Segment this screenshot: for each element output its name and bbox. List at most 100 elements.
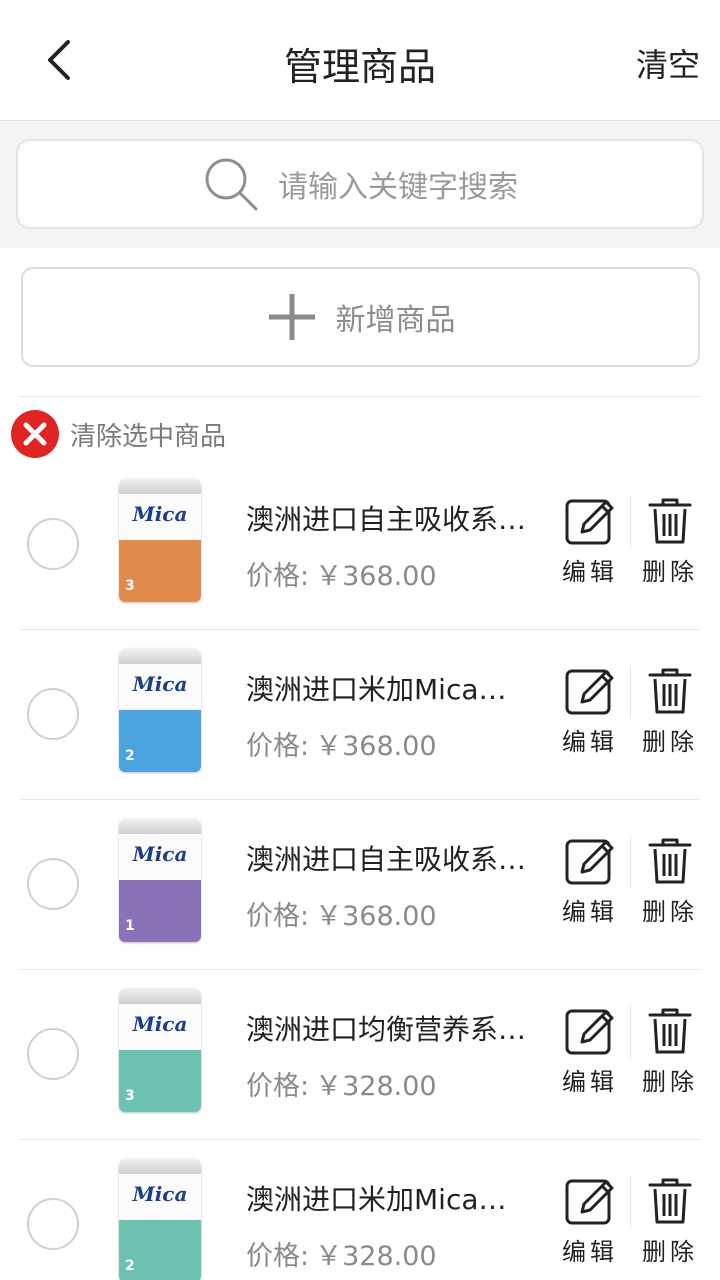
divider: [20, 396, 700, 397]
select-radio[interactable]: [27, 1198, 79, 1250]
price-label: 价格:: [246, 1241, 310, 1272]
trash-icon: [648, 1178, 692, 1224]
edit-label: 编辑: [562, 728, 618, 756]
product-list: Mica 3 澳洲进口自主吸收系… 价格: ￥368.00 编辑 删除 Mica…: [0, 460, 720, 1280]
product-row: Mica 3 澳洲进口自主吸收系… 价格: ￥368.00 编辑 删除: [20, 460, 700, 630]
delete-label: 删除: [642, 728, 698, 756]
product-price: 价格: ￥368.00: [246, 724, 437, 763]
product-row: Mica 2 澳洲进口米加Mica… 价格: ￥328.00 编辑 删除: [20, 1140, 700, 1280]
can-stage-number: 3: [125, 578, 135, 594]
product-name[interactable]: 澳洲进口自主吸收系…: [246, 498, 546, 538]
add-product-button[interactable]: 新增商品: [21, 267, 700, 367]
clear-selected-button[interactable]: 清除选中商品: [10, 410, 226, 458]
product-image[interactable]: Mica 3: [98, 980, 222, 1120]
can-logo-text: Mica: [132, 1182, 188, 1206]
select-radio[interactable]: [27, 1028, 79, 1080]
price-label: 价格:: [246, 1071, 310, 1102]
can-stage-number: 3: [125, 1088, 135, 1104]
edit-button[interactable]: 编辑: [558, 1174, 622, 1267]
edit-label: 编辑: [562, 898, 618, 926]
edit-icon: [565, 669, 614, 715]
can-stage-number: 2: [125, 748, 135, 764]
price-value: ￥328.00: [315, 1071, 437, 1102]
price-value: ￥368.00: [315, 901, 437, 932]
add-product-label: 新增商品: [335, 303, 456, 338]
product-can: Mica 1: [119, 818, 201, 942]
app-header: 管理商品 清空: [0, 0, 720, 121]
select-radio[interactable]: [27, 688, 79, 740]
product-price: 价格: ￥328.00: [246, 1064, 437, 1103]
product-row: Mica 1 澳洲进口自主吸收系… 价格: ￥368.00 编辑 删除: [20, 800, 700, 970]
action-divider: [630, 1176, 631, 1228]
trash-icon: [648, 1008, 692, 1054]
price-label: 价格:: [246, 561, 310, 592]
edit-label: 编辑: [562, 1068, 618, 1096]
can-logo-text: Mica: [132, 842, 188, 866]
search-area: 请输入关键字搜索: [0, 121, 720, 248]
edit-icon: [565, 499, 614, 545]
product-image[interactable]: Mica 2: [98, 1150, 222, 1280]
edit-button[interactable]: 编辑: [558, 834, 622, 927]
delete-label: 删除: [642, 1068, 698, 1096]
plus-icon: [268, 294, 315, 340]
product-price: 价格: ￥368.00: [246, 894, 437, 933]
price-label: 价格:: [246, 731, 310, 762]
action-divider: [630, 666, 631, 718]
edit-icon: [565, 839, 614, 885]
product-name[interactable]: 澳洲进口均衡营养系…: [246, 1008, 546, 1048]
search-placeholder: 请输入关键字搜索: [278, 170, 518, 205]
can-logo-text: Mica: [132, 1012, 188, 1036]
product-price: 价格: ￥368.00: [246, 554, 437, 593]
delete-label: 删除: [642, 558, 698, 586]
search-input[interactable]: 请输入关键字搜索: [16, 139, 704, 229]
product-name[interactable]: 澳洲进口米加Mica…: [246, 668, 546, 708]
product-can: Mica 2: [119, 648, 201, 772]
edit-label: 编辑: [562, 558, 618, 586]
edit-icon: [565, 1009, 614, 1055]
product-row: Mica 2 澳洲进口米加Mica… 价格: ￥368.00 编辑 删除: [20, 630, 700, 800]
product-can: Mica 2: [119, 1158, 201, 1280]
delete-button[interactable]: 删除: [638, 664, 702, 757]
can-stage-number: 1: [125, 918, 135, 934]
can-logo-text: Mica: [132, 672, 188, 696]
price-value: ￥328.00: [315, 1241, 437, 1272]
edit-button[interactable]: 编辑: [558, 664, 622, 757]
delete-label: 删除: [642, 1238, 698, 1266]
delete-button[interactable]: 删除: [638, 834, 702, 927]
select-radio[interactable]: [27, 518, 79, 570]
product-image[interactable]: Mica 1: [98, 810, 222, 950]
product-can: Mica 3: [119, 478, 201, 602]
edit-button[interactable]: 编辑: [558, 1004, 622, 1097]
product-image[interactable]: Mica 2: [98, 640, 222, 780]
action-divider: [630, 836, 631, 888]
product-name[interactable]: 澳洲进口自主吸收系…: [246, 838, 546, 878]
trash-icon: [648, 838, 692, 884]
delete-button[interactable]: 删除: [638, 1174, 702, 1267]
product-row: Mica 3 澳洲进口均衡营养系… 价格: ￥328.00 编辑 删除: [20, 970, 700, 1140]
price-value: ￥368.00: [315, 561, 437, 592]
product-name[interactable]: 澳洲进口米加Mica…: [246, 1178, 546, 1218]
can-stage-number: 2: [125, 1258, 135, 1274]
action-divider: [630, 496, 631, 548]
product-image[interactable]: Mica 3: [98, 470, 222, 610]
delete-button[interactable]: 删除: [638, 1004, 702, 1097]
clear-all-button[interactable]: 清空: [636, 40, 700, 86]
delete-button[interactable]: 删除: [638, 494, 702, 587]
select-radio[interactable]: [27, 858, 79, 910]
price-value: ￥368.00: [315, 731, 437, 762]
product-price: 价格: ￥328.00: [246, 1234, 437, 1273]
page-title: 管理商品: [283, 45, 436, 89]
clear-selected-label: 清除选中商品: [70, 421, 227, 452]
trash-icon: [648, 498, 692, 544]
delete-label: 删除: [642, 898, 698, 926]
edit-icon: [565, 1179, 614, 1225]
edit-button[interactable]: 编辑: [558, 494, 622, 587]
close-circle-icon: [11, 410, 59, 458]
product-can: Mica 3: [119, 988, 201, 1112]
edit-label: 编辑: [562, 1238, 618, 1266]
action-divider: [630, 1006, 631, 1058]
search-icon: [205, 158, 258, 211]
price-label: 价格:: [246, 901, 310, 932]
can-logo-text: Mica: [132, 502, 188, 526]
trash-icon: [648, 668, 692, 714]
